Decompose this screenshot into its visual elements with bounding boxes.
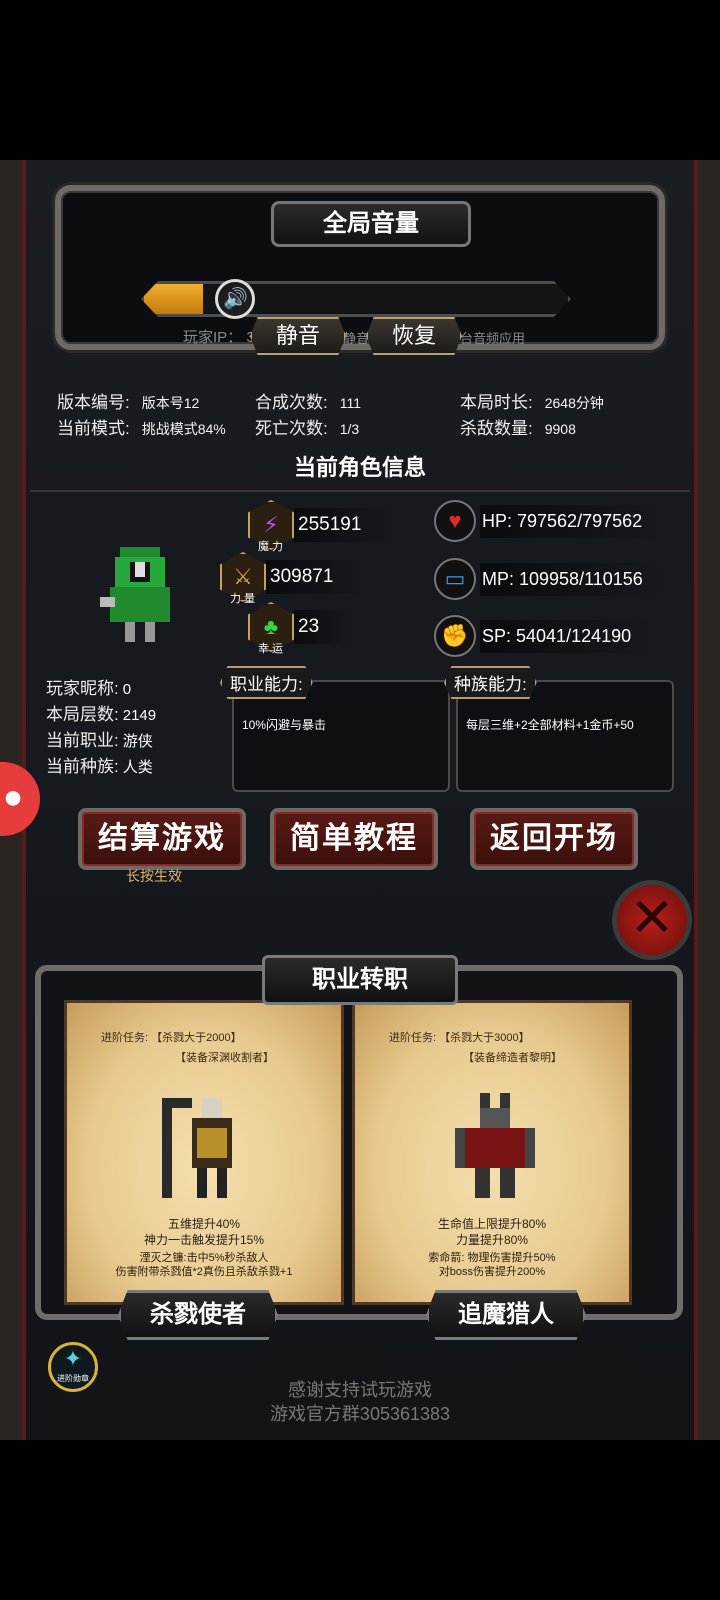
- stat-time: 本局时长: 2648分钟: [460, 393, 604, 412]
- sp-row: ✊ SP: 54041/124190: [434, 615, 652, 657]
- settle-hint: 长按生效: [126, 868, 182, 884]
- right-quest-2: 【装备缔造者黎明】: [463, 1052, 562, 1064]
- volume-slider[interactable]: [141, 281, 571, 317]
- sp-value: SP: 54041/124190: [480, 619, 652, 653]
- character-section-title: 当前角色信息: [293, 455, 426, 480]
- hp-value: HP: 797562/797562: [480, 504, 663, 538]
- stat-craft: 合成次数: 111: [255, 393, 362, 412]
- character-avatar: [100, 547, 170, 642]
- race-row: 当前种族: 人类: [46, 757, 153, 776]
- race-ability-text: 每层三维+2全部材料+1金币+50: [466, 718, 634, 732]
- strength-icon: ✊: [434, 615, 476, 657]
- hunter-job-button[interactable]: 追魔猎人: [426, 1290, 586, 1340]
- left-desc-2: 神力一击触发提升15%: [143, 1233, 265, 1247]
- back-to-start-button[interactable]: 返回开场: [470, 808, 638, 870]
- job-ability-box: 职业能力: 10%闪避与暴击: [220, 666, 450, 792]
- mana-icon: ▭: [434, 558, 476, 600]
- stat-death: 死亡次数: 1/3: [255, 419, 360, 438]
- thanks-text: 感谢支持试玩游戏: [288, 1380, 432, 1400]
- race-ability-tag: 种族能力:: [444, 666, 537, 699]
- stat-version: 版本编号: 版本号12: [57, 393, 200, 412]
- job-card-left[interactable]: 进阶任务: 【杀戮大于2000】 【装备深渊收割者】 五维提升40% 神力一击触…: [64, 1000, 344, 1305]
- stat-kills: 杀敌数量: 9908: [460, 419, 576, 438]
- volume-fill: [144, 284, 204, 314]
- left-desc-1: 五维提升40%: [167, 1217, 241, 1231]
- star-icon: ✦: [63, 1346, 83, 1371]
- luck-label: 幸 运: [258, 643, 284, 655]
- power-value: 309871: [266, 560, 364, 594]
- restore-button[interactable]: 恢复: [366, 317, 462, 355]
- mp-value: MP: 109958/110156: [480, 562, 663, 596]
- luck-stat: ♣ 23 幸 运: [248, 602, 350, 655]
- stat-mode: 当前模式: 挑战模式84%: [57, 419, 226, 438]
- hp-row: ♥ HP: 797562/797562: [434, 500, 663, 542]
- right-desc-2: 力量提升80%: [455, 1233, 529, 1247]
- race-ability-box: 种族能力: 每层三维+2全部材料+1金币+50: [444, 666, 674, 792]
- settle-game-button[interactable]: 结算游戏: [78, 808, 246, 870]
- hunter-figure: [455, 1093, 535, 1198]
- job-card-right[interactable]: 进阶任务: 【杀戮大于3000】 【装备缔造者黎明】 生命值上限提升80% 力量…: [352, 1000, 632, 1305]
- job-ability-tag: 职业能力:: [220, 666, 313, 699]
- left-desc-4: 伤害附带杀戮值*2真伤且杀敌杀戮+1: [115, 1266, 293, 1278]
- magic-value: 255191: [294, 508, 392, 542]
- right-desc-4: 对boss伤害提升200%: [438, 1266, 546, 1278]
- power-stat: ⚔ 309871 力 量: [220, 552, 364, 605]
- heart-icon: ♥: [434, 500, 476, 542]
- slayer-job-button[interactable]: 杀戮使者: [118, 1290, 278, 1340]
- tutorial-button[interactable]: 简单教程: [270, 808, 438, 870]
- slayer-figure: [162, 1098, 232, 1198]
- volume-title: 全局音量: [271, 201, 471, 247]
- volume-panel: 全局音量 🔊 玩家IP： 32976150 设置静音时候可以使用后台音频应用: [55, 185, 665, 350]
- job-change-title: 职业转职: [262, 955, 458, 1005]
- left-quest-2: 【装备深渊收割者】: [175, 1052, 274, 1064]
- job-ability-text: 10%闪避与暴击: [242, 718, 327, 732]
- magic-stat: ⚡ 255191 魔 力: [248, 500, 392, 553]
- right-quest-1: 进阶任务: 【杀戮大于3000】: [389, 1032, 530, 1044]
- left-quest-1: 进阶任务: 【杀戮大于2000】: [101, 1032, 242, 1044]
- close-button[interactable]: ✕: [612, 880, 692, 960]
- floor-row: 本局层数: 2149: [46, 705, 157, 724]
- luck-value: 23: [294, 610, 350, 644]
- right-desc-1: 生命值上限提升80%: [437, 1217, 547, 1231]
- job-row: 当前职业: 游侠: [46, 731, 153, 750]
- mute-button[interactable]: 静音: [250, 317, 346, 355]
- nickname-row: 玩家昵称: 0: [46, 679, 132, 698]
- official-group-text: 游戏官方群305361383: [269, 1404, 451, 1424]
- mp-row: ▭ MP: 109958/110156: [434, 558, 663, 600]
